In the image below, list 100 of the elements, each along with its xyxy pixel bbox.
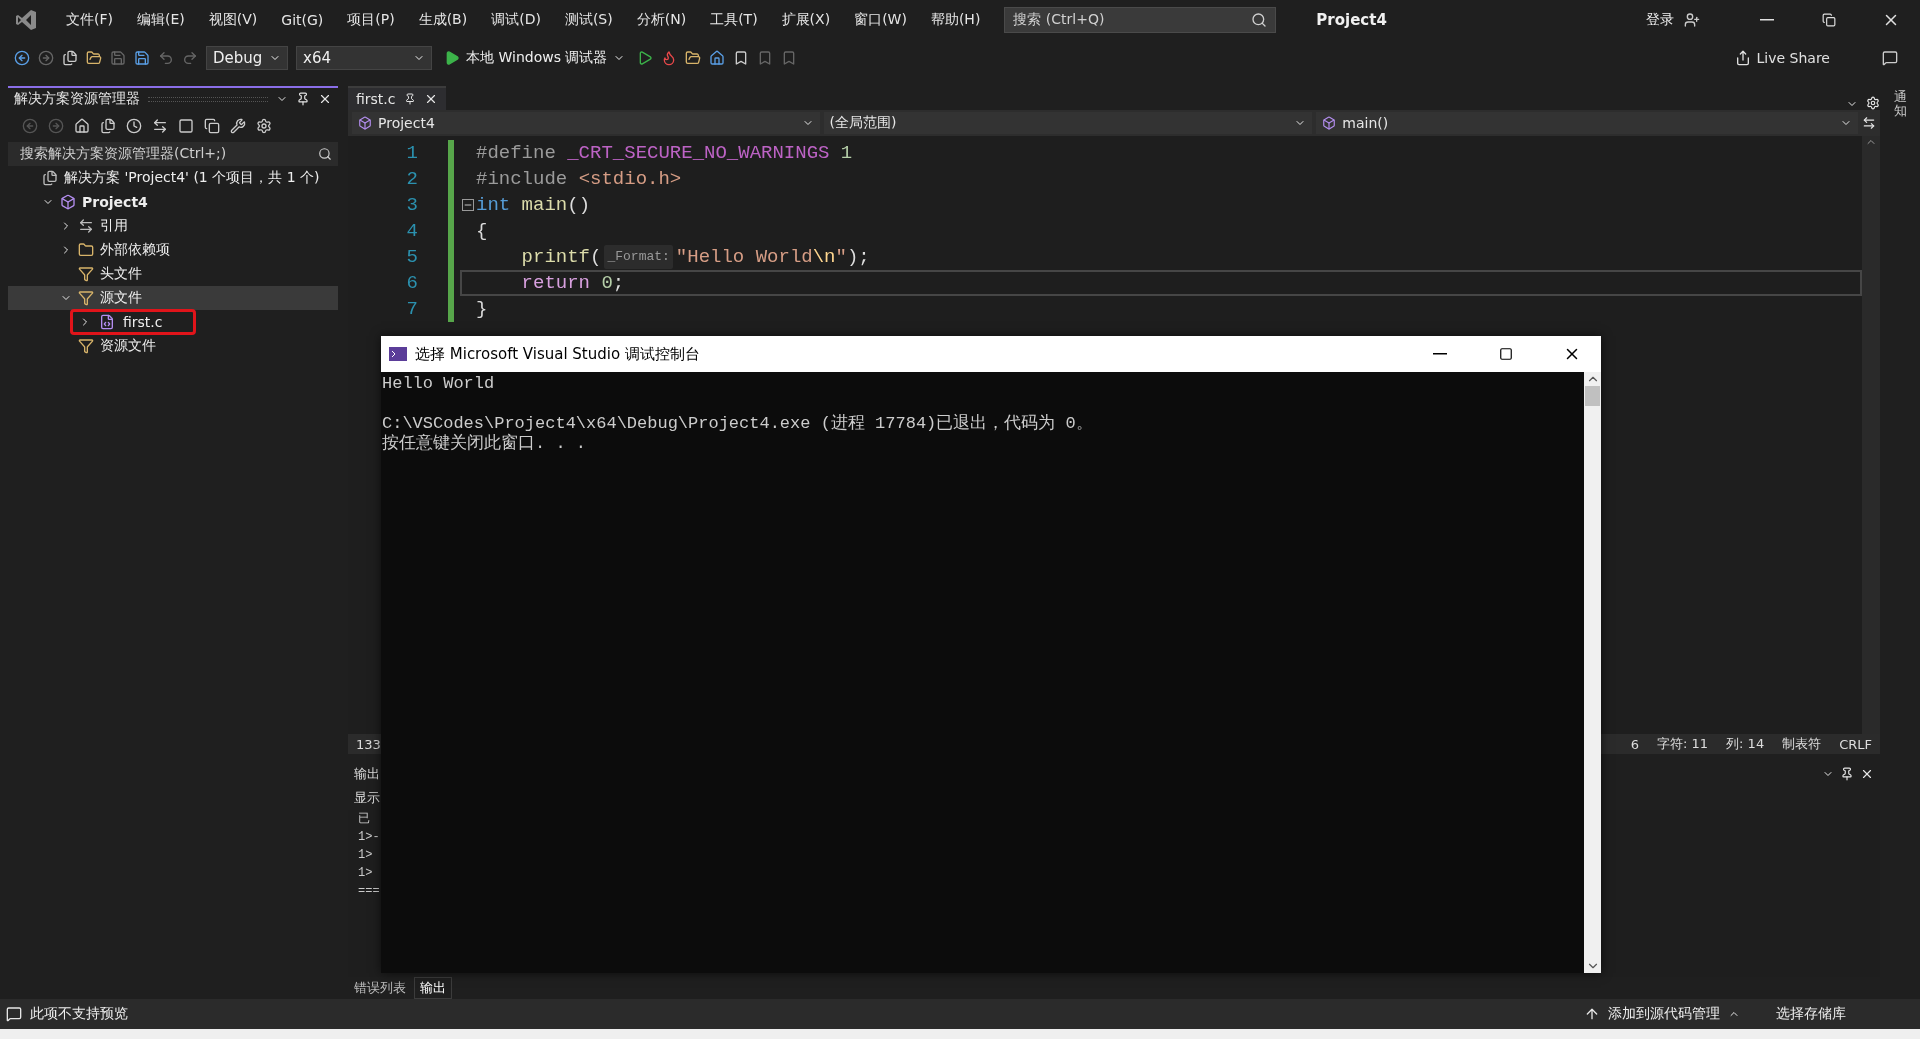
add-to-source-control[interactable]: 添加到源代码管理 xyxy=(1608,1005,1720,1023)
settings-icon[interactable] xyxy=(1866,96,1880,110)
pin-icon[interactable] xyxy=(1840,767,1854,781)
menu-item[interactable]: 生成(B) xyxy=(408,7,478,33)
search-field[interactable]: 搜索解决方案资源管理器(Ctrl+;) xyxy=(8,142,338,166)
scope-dropdown[interactable]: (全局范围) xyxy=(823,112,1313,134)
forward-icon[interactable] xyxy=(38,50,54,66)
panel-title: 输出 xyxy=(354,765,380,783)
start-without-debugging-icon[interactable] xyxy=(637,50,654,66)
undo-icon[interactable] xyxy=(158,50,174,66)
menu-item[interactable]: 测试(S) xyxy=(554,7,623,33)
console-line: Hello World xyxy=(382,374,496,394)
panel-tab[interactable]: 错误列表 xyxy=(348,977,412,999)
tree-row[interactable]: 解决方案 'Project4' (1 个项目，共 1 个) xyxy=(8,166,338,190)
project-icon xyxy=(60,194,76,210)
tree-item-label[interactable]: Project4 xyxy=(82,194,148,210)
tree-row[interactable]: 外部依赖项 xyxy=(8,238,338,262)
project-dropdown[interactable]: Project4 xyxy=(352,112,820,134)
redo-icon[interactable] xyxy=(182,50,198,66)
tree-item-label[interactable]: 头文件 xyxy=(100,265,142,283)
window-title: 选择 Microsoft Visual Studio 调试控制台 xyxy=(415,344,700,364)
menu-item[interactable]: 扩展(X) xyxy=(771,7,841,33)
tree-row[interactable]: 资源文件 xyxy=(8,334,338,358)
pin-icon[interactable] xyxy=(296,92,310,106)
tree-item-label[interactable]: 引用 xyxy=(100,217,128,235)
save-all-icon[interactable] xyxy=(134,50,150,66)
c-file-icon xyxy=(99,314,115,330)
home-icon[interactable] xyxy=(74,118,90,134)
tree-item-label[interactable]: 源文件 xyxy=(100,289,142,307)
code-line: printf( _Format: "Hello World\n"); xyxy=(520,244,871,270)
menu-item[interactable]: 工具(T) xyxy=(700,7,768,33)
notifications-tab[interactable]: 通知 xyxy=(1893,90,1907,999)
select-repository[interactable]: 选择存储库 xyxy=(1776,1005,1846,1023)
line-number: 3 xyxy=(405,193,419,218)
code-line: #define _CRT_SECURE_NO_WARNINGS 1 xyxy=(475,141,854,166)
console-line: C:\VSCodes\Project4\x64\Debug\Project4.exe (进程 17784)已退出，代码为 0。 xyxy=(382,414,1094,433)
tree-row[interactable]: 头文件 xyxy=(8,262,338,286)
output-line: === xyxy=(358,883,381,900)
line-number: 2 xyxy=(405,167,419,192)
account-icon[interactable] xyxy=(1684,12,1700,28)
properties-icon[interactable] xyxy=(230,118,246,134)
column-indicator: 列: 14 xyxy=(1726,735,1765,753)
restore-icon xyxy=(1822,13,1836,27)
tree-row[interactable]: Project4 xyxy=(8,190,338,214)
tree-item-label[interactable]: 解决方案 'Project4' (1 个项目，共 1 个) xyxy=(64,169,320,187)
menu-item[interactable]: 视图(V) xyxy=(198,7,268,33)
output-line: 1> xyxy=(358,847,374,864)
menu-item[interactable]: Git(G) xyxy=(271,8,334,32)
play-icon xyxy=(444,50,460,66)
line-indicator: 6 xyxy=(1630,736,1640,752)
editor-tab[interactable]: first.c xyxy=(348,86,446,110)
code-line: { xyxy=(475,219,489,244)
status-message: 此项不支持预览 xyxy=(30,1005,128,1023)
menu-item[interactable]: 项目(P) xyxy=(337,7,405,33)
line-ending[interactable]: CRLF xyxy=(1839,736,1872,752)
search-icon xyxy=(1251,12,1268,28)
menu-item[interactable]: 帮助(H) xyxy=(920,7,991,33)
close-icon[interactable] xyxy=(318,92,332,106)
indent-mode[interactable]: 制表符 xyxy=(1782,735,1822,753)
menu-item[interactable]: 窗口(W) xyxy=(844,7,917,33)
browse-icon[interactable] xyxy=(685,50,702,66)
tree-row[interactable]: 引用 xyxy=(8,214,338,238)
open-folder-icon[interactable] xyxy=(86,50,102,66)
filter-folder-icon xyxy=(78,290,94,306)
sign-in-link[interactable]: 登录 xyxy=(1646,11,1674,29)
scrollbar[interactable] xyxy=(1584,372,1601,973)
minimize-icon xyxy=(1433,353,1447,355)
back-icon[interactable] xyxy=(14,50,30,66)
scrollbar-thumb[interactable] xyxy=(1585,386,1600,406)
tree-row[interactable]: first.c xyxy=(8,310,338,334)
menu-item[interactable]: 编辑(E) xyxy=(127,7,195,33)
member-dropdown[interactable]: main() xyxy=(1316,112,1858,134)
line-number: 6 xyxy=(405,271,419,296)
start-debugging-button[interactable]: 本地 Windows 调试器 xyxy=(440,49,630,67)
output-line: 已 xyxy=(358,811,371,828)
tree-item-label[interactable]: 资源文件 xyxy=(100,337,156,355)
close-icon[interactable] xyxy=(1860,767,1874,781)
app-logo xyxy=(14,8,38,32)
show-output-label: 显示 xyxy=(354,789,380,807)
tree-row[interactable]: 源文件 xyxy=(8,286,338,310)
save-icon[interactable] xyxy=(110,50,126,66)
output-line: 1> xyxy=(358,865,374,882)
solution-icon xyxy=(42,170,58,186)
search-field[interactable]: 搜索 (Ctrl+Q) xyxy=(1004,7,1277,33)
char-indicator: 字符: 11 xyxy=(1657,735,1709,753)
line-number: 1 xyxy=(405,141,419,166)
panel-tab[interactable]: 输出 xyxy=(414,977,452,999)
tree-item-label[interactable]: 外部依赖项 xyxy=(100,241,170,259)
split-icon[interactable] xyxy=(1862,116,1876,130)
menu-item[interactable]: 调试(D) xyxy=(481,7,551,33)
menu-item[interactable]: 分析(N) xyxy=(626,7,697,33)
new-item-icon[interactable] xyxy=(62,50,78,66)
feedback-icon[interactable] xyxy=(1882,50,1898,66)
message-icon xyxy=(6,1006,22,1022)
tree-item-label[interactable]: first.c xyxy=(123,314,163,330)
zoom-level[interactable]: 133 xyxy=(356,736,381,752)
platform-dropdown[interactable]: x64 xyxy=(296,46,432,70)
live-share-button[interactable]: Live Share xyxy=(1728,49,1836,67)
menu-item[interactable]: 文件(F) xyxy=(56,7,123,33)
configuration-dropdown[interactable]: Debug xyxy=(206,46,288,70)
